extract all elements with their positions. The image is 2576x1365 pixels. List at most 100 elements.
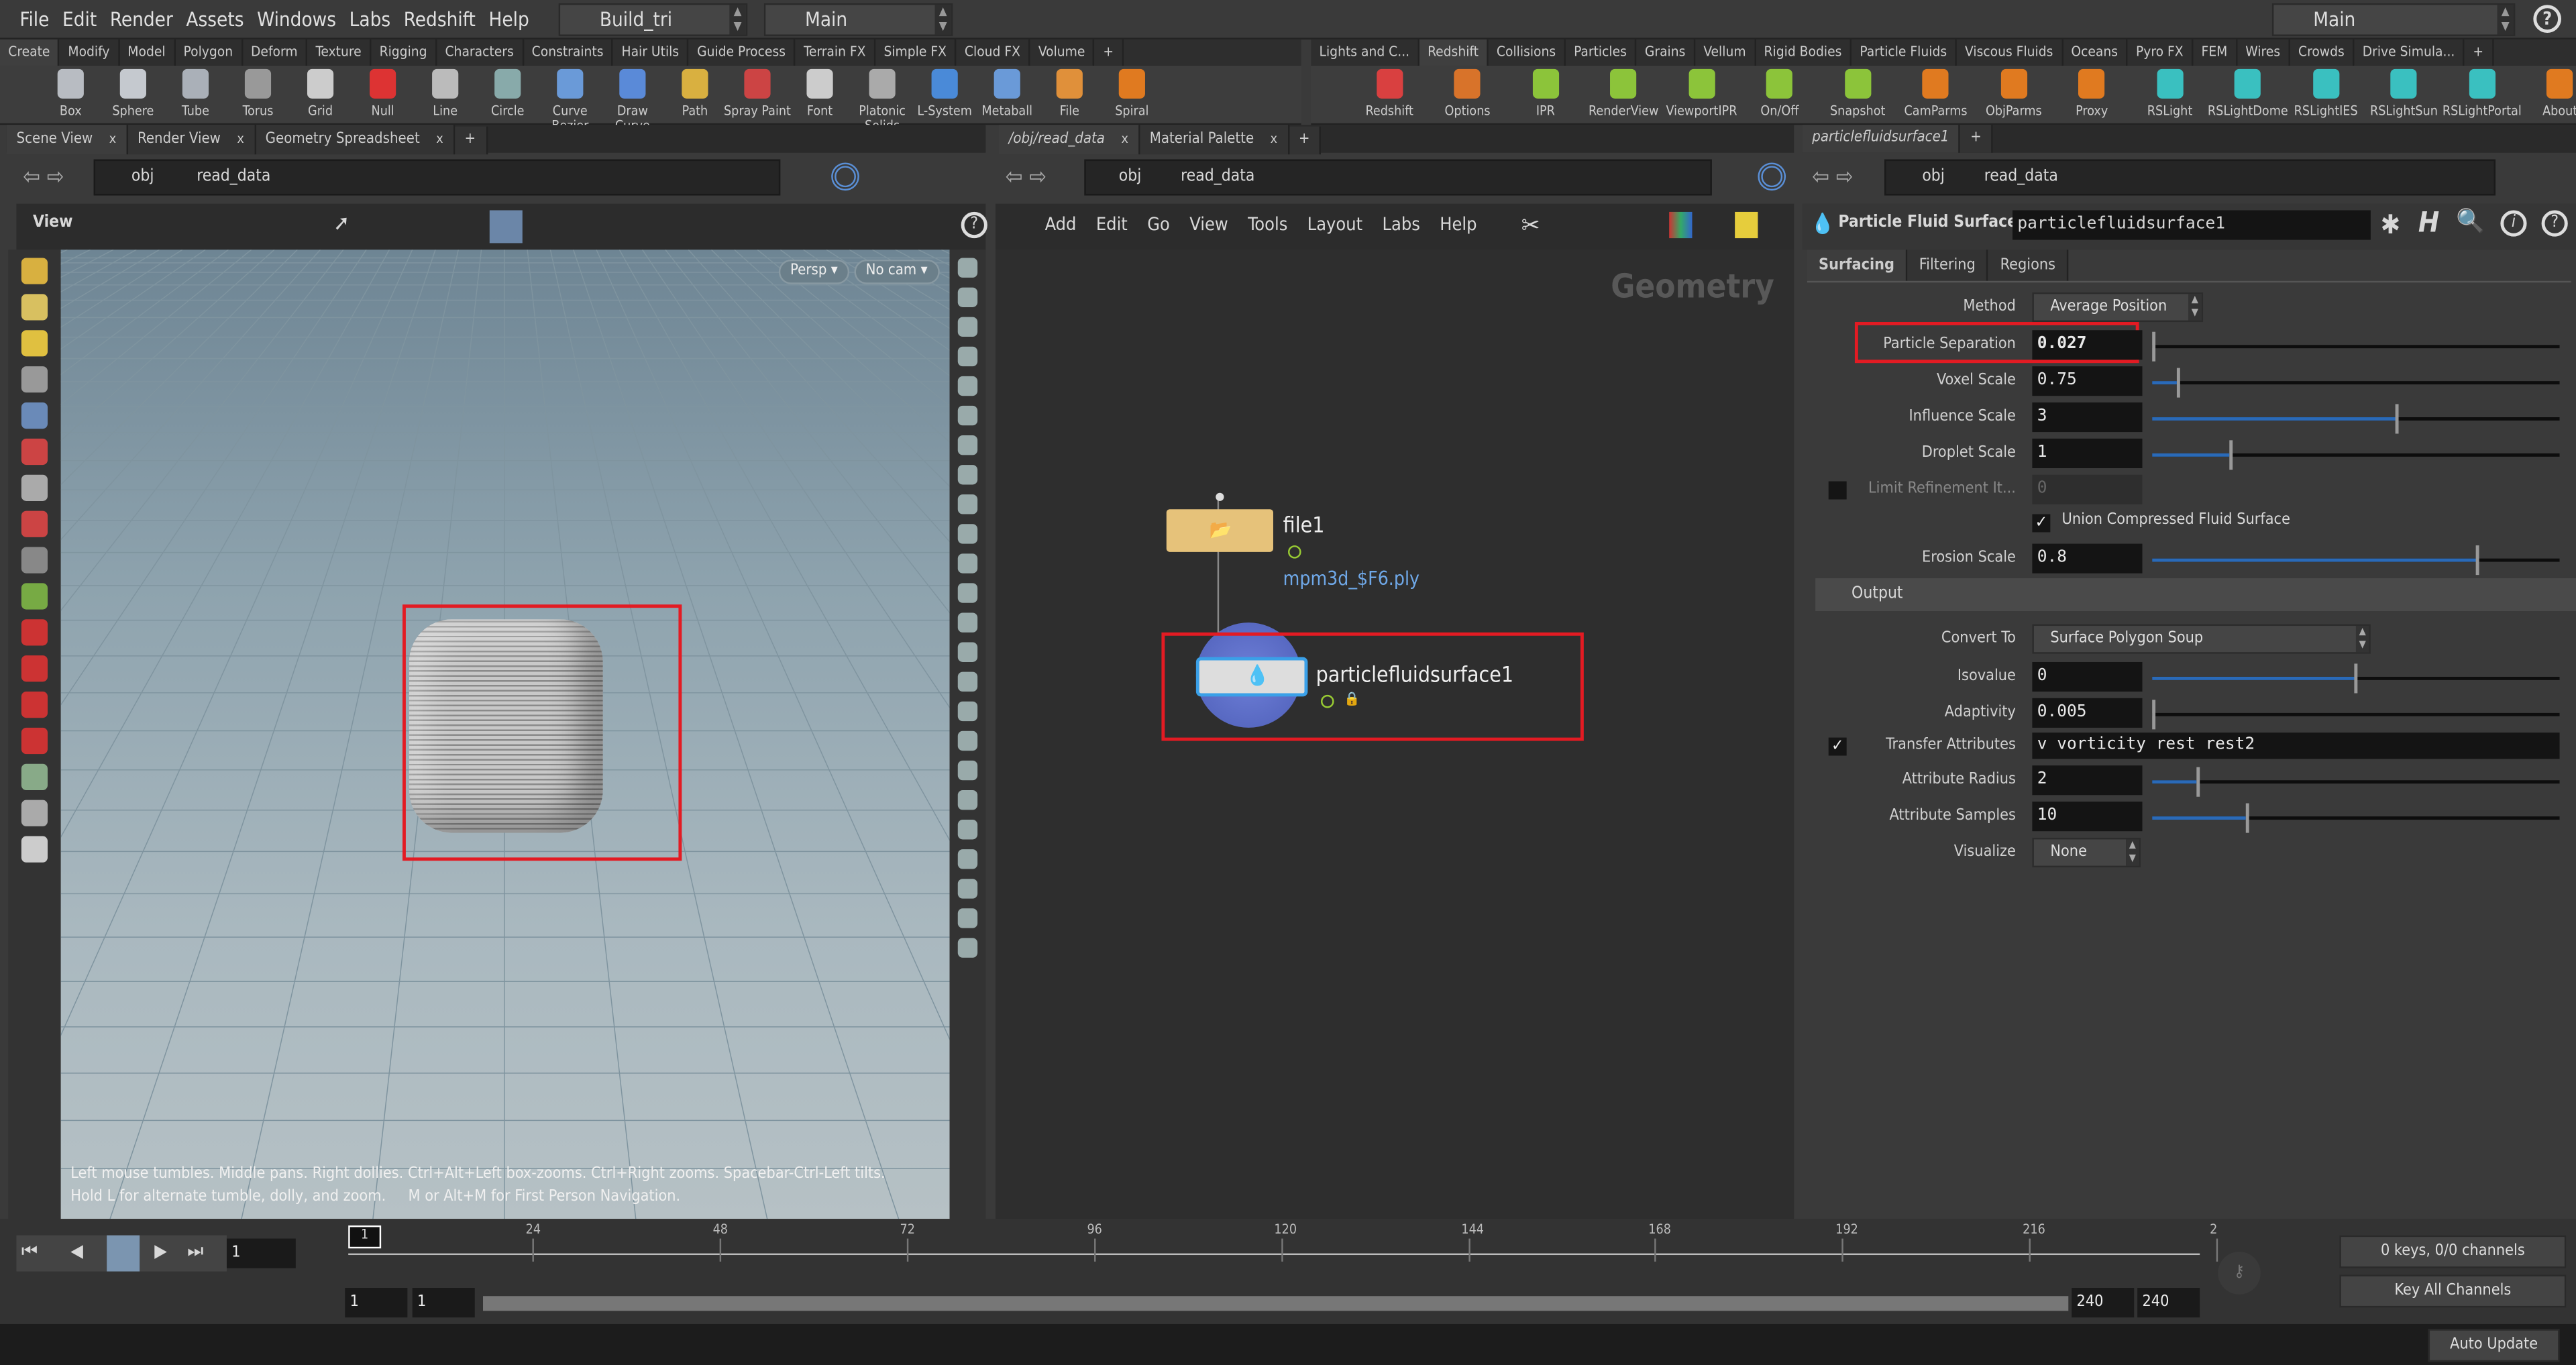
viewport-tool-icon[interactable] [21, 258, 48, 284]
close-tab-icon[interactable]: x [436, 131, 443, 146]
display-option-icon[interactable] [957, 789, 978, 810]
viewport-tool-icon[interactable] [21, 547, 48, 574]
shelf-tool-l-system[interactable]: L-System [910, 66, 979, 118]
display-option-icon[interactable] [957, 287, 978, 307]
shelf-tool-font[interactable]: Font [786, 66, 855, 118]
shelf-tool-tube[interactable]: Tube [161, 66, 230, 118]
menu-assets[interactable]: Assets [180, 0, 251, 40]
shelf-tool-curve-bezier[interactable]: Curve Bezier [535, 66, 604, 133]
keys-channels-button[interactable]: 0 keys, 0/0 channels [2339, 1235, 2567, 1268]
menu-edit[interactable]: Edit [56, 0, 103, 40]
network-editor[interactable]: Geometry 📂 file1 mpm3d_$F6.ply 💧 particl… [996, 250, 1794, 1219]
gear-icon[interactable]: ✱ [2381, 209, 2401, 240]
shelf-tool-spray-paint[interactable]: Spray Paint [723, 66, 792, 118]
tools-wrench-icon[interactable]: ✂ [1521, 210, 1540, 239]
shelf-tab-texture[interactable]: Texture [307, 39, 372, 66]
network-menu-go[interactable]: Go [1147, 213, 1170, 235]
voxel-scale-field[interactable]: 0.75 [2032, 366, 2143, 396]
limit-refinement-checkbox[interactable] [1828, 481, 1847, 500]
shelf-tab-wires[interactable]: Wires [2237, 39, 2290, 66]
display-option-icon[interactable] [957, 465, 978, 485]
attribute-radius-field[interactable]: 2 [2032, 765, 2143, 796]
viewport-tool-icon[interactable] [21, 583, 48, 610]
shelf-tool-draw-curve[interactable]: Draw Curve [598, 66, 667, 133]
frame-marker[interactable]: 1 [348, 1225, 382, 1249]
network-menu-edit[interactable]: Edit [1096, 213, 1128, 235]
back-forward-arrows[interactable]: ⇦ ⇨ [1006, 160, 1046, 196]
shelf-tab-particles[interactable]: Particles [1566, 39, 1637, 66]
jump-end-icon[interactable]: ⏭ [187, 1240, 203, 1263]
scene-path-bar[interactable]: obj read_data [93, 159, 781, 196]
viewport-tool-icon[interactable] [21, 474, 48, 501]
shelf-tool-circle[interactable]: Circle [473, 66, 542, 118]
adaptivity-field[interactable]: 0.005 [2032, 698, 2143, 728]
shelf-tab-volume[interactable]: Volume [1030, 39, 1095, 66]
menu-labs[interactable]: Labs [343, 0, 397, 40]
shelf-tool-snapshot[interactable]: Snapshot [1815, 66, 1900, 118]
shelf-tab-model[interactable]: Model [119, 39, 176, 66]
influence-scale-slider[interactable] [2152, 404, 2560, 434]
shelf-tool-ipr[interactable]: IPR [1503, 66, 1588, 118]
shelf-tool-torus[interactable]: Torus [223, 66, 292, 118]
viewport-tool-icon[interactable] [21, 763, 48, 790]
droplet-scale-slider[interactable] [2152, 440, 2560, 470]
viewport-tool-icon[interactable] [21, 727, 48, 755]
droplet-scale-field[interactable]: 1 [2032, 438, 2143, 468]
transfer-attributes-field[interactable]: v vorticity rest rest2 [2032, 732, 2560, 759]
close-tab-icon[interactable]: x [1121, 131, 1128, 146]
key-all-channels-button[interactable]: Key All Channels [2339, 1274, 2567, 1308]
path-read-data[interactable]: read_data [1181, 168, 1254, 186]
viewport-tool-icon[interactable] [21, 692, 48, 718]
add-tab-button[interactable]: + [1960, 125, 1994, 153]
shelf-tab-oceans[interactable]: Oceans [2063, 39, 2128, 66]
shelf-tool-on-off[interactable]: On/Off [1737, 66, 1822, 118]
network-path-bar[interactable]: obj read_data [1084, 159, 1712, 196]
shelf-tool-metaball[interactable]: Metaball [973, 66, 1042, 118]
file1-node[interactable]: 📂 [1166, 509, 1273, 552]
camera-menu[interactable]: No cam ▾ [854, 259, 939, 284]
transfer-attributes-checkbox[interactable]: ✓ [1828, 737, 1847, 756]
tab-material-palette[interactable]: Material Palette x [1140, 125, 1289, 155]
close-tab-icon[interactable]: x [109, 131, 116, 146]
shelf-tool-path[interactable]: Path [660, 66, 729, 118]
viewport-tool-icon[interactable] [21, 402, 48, 429]
display-option-icon[interactable] [957, 494, 978, 514]
adaptivity-slider[interactable] [2152, 700, 2560, 730]
jump-start-icon[interactable]: ⏮ [21, 1240, 38, 1263]
shelf-tool-file[interactable]: File [1035, 66, 1104, 118]
param-tab-filtering[interactable]: Filtering [1907, 250, 1989, 281]
shelf-tab-crowds[interactable]: Crowds [2290, 39, 2355, 66]
attribute-samples-field[interactable]: 10 [2032, 802, 2143, 832]
output-folder[interactable]: Output [1815, 578, 2576, 612]
shelf-tool-rslighties[interactable]: RSLightIES [2284, 66, 2368, 118]
menu-windows[interactable]: Windows [250, 0, 343, 40]
sticky-note-icon[interactable] [1735, 211, 1758, 239]
shelf-tool-grid[interactable]: Grid [286, 66, 355, 118]
select-cursor-icon[interactable]: ➚ [333, 212, 350, 237]
display-option-icon[interactable] [957, 760, 978, 781]
network-menu-layout[interactable]: Layout [1307, 213, 1362, 235]
shelf-tool-rslightsun[interactable]: RSLightSun [2361, 66, 2446, 118]
erosion-scale-slider[interactable] [2152, 545, 2560, 576]
pin-icon[interactable] [1758, 162, 1786, 191]
takes-select[interactable]: Main ▲ ▼ [2271, 3, 2516, 36]
back-forward-arrows[interactable]: ⇦ ⇨ [23, 160, 64, 196]
play-reverse-icon[interactable]: ◀ [70, 1240, 83, 1262]
shelf-tool-renderview[interactable]: RenderView [1581, 66, 1666, 118]
shelf-tab-lights-and-c[interactable]: Lights and C... [1311, 39, 1419, 66]
shelf-tab-constraints[interactable]: Constraints [523, 39, 614, 66]
shelf-tool-rslightdome[interactable]: RSLightDome [2206, 66, 2290, 118]
shelf-tab-guide-process[interactable]: Guide Process [689, 39, 796, 66]
viewport-tool-icon[interactable] [21, 510, 48, 537]
voxel-scale-slider[interactable] [2152, 368, 2560, 398]
shelf-tool-rslightportal[interactable]: RSLightPortal [2440, 66, 2524, 118]
tab-render-view[interactable]: Render View x [127, 125, 256, 155]
camera-view-icon[interactable] [489, 210, 523, 243]
add-tab-button[interactable]: + [454, 126, 488, 155]
shelf-tool-rslight[interactable]: RSLight [2127, 66, 2212, 118]
slider-handle[interactable] [2354, 663, 2358, 694]
range-slider[interactable] [483, 1296, 2069, 1311]
shelf-tab-viscous-fluids[interactable]: Viscous Fluids [1957, 39, 2063, 66]
menu-render[interactable]: Render [103, 0, 180, 40]
display-option-icon[interactable] [957, 553, 978, 574]
